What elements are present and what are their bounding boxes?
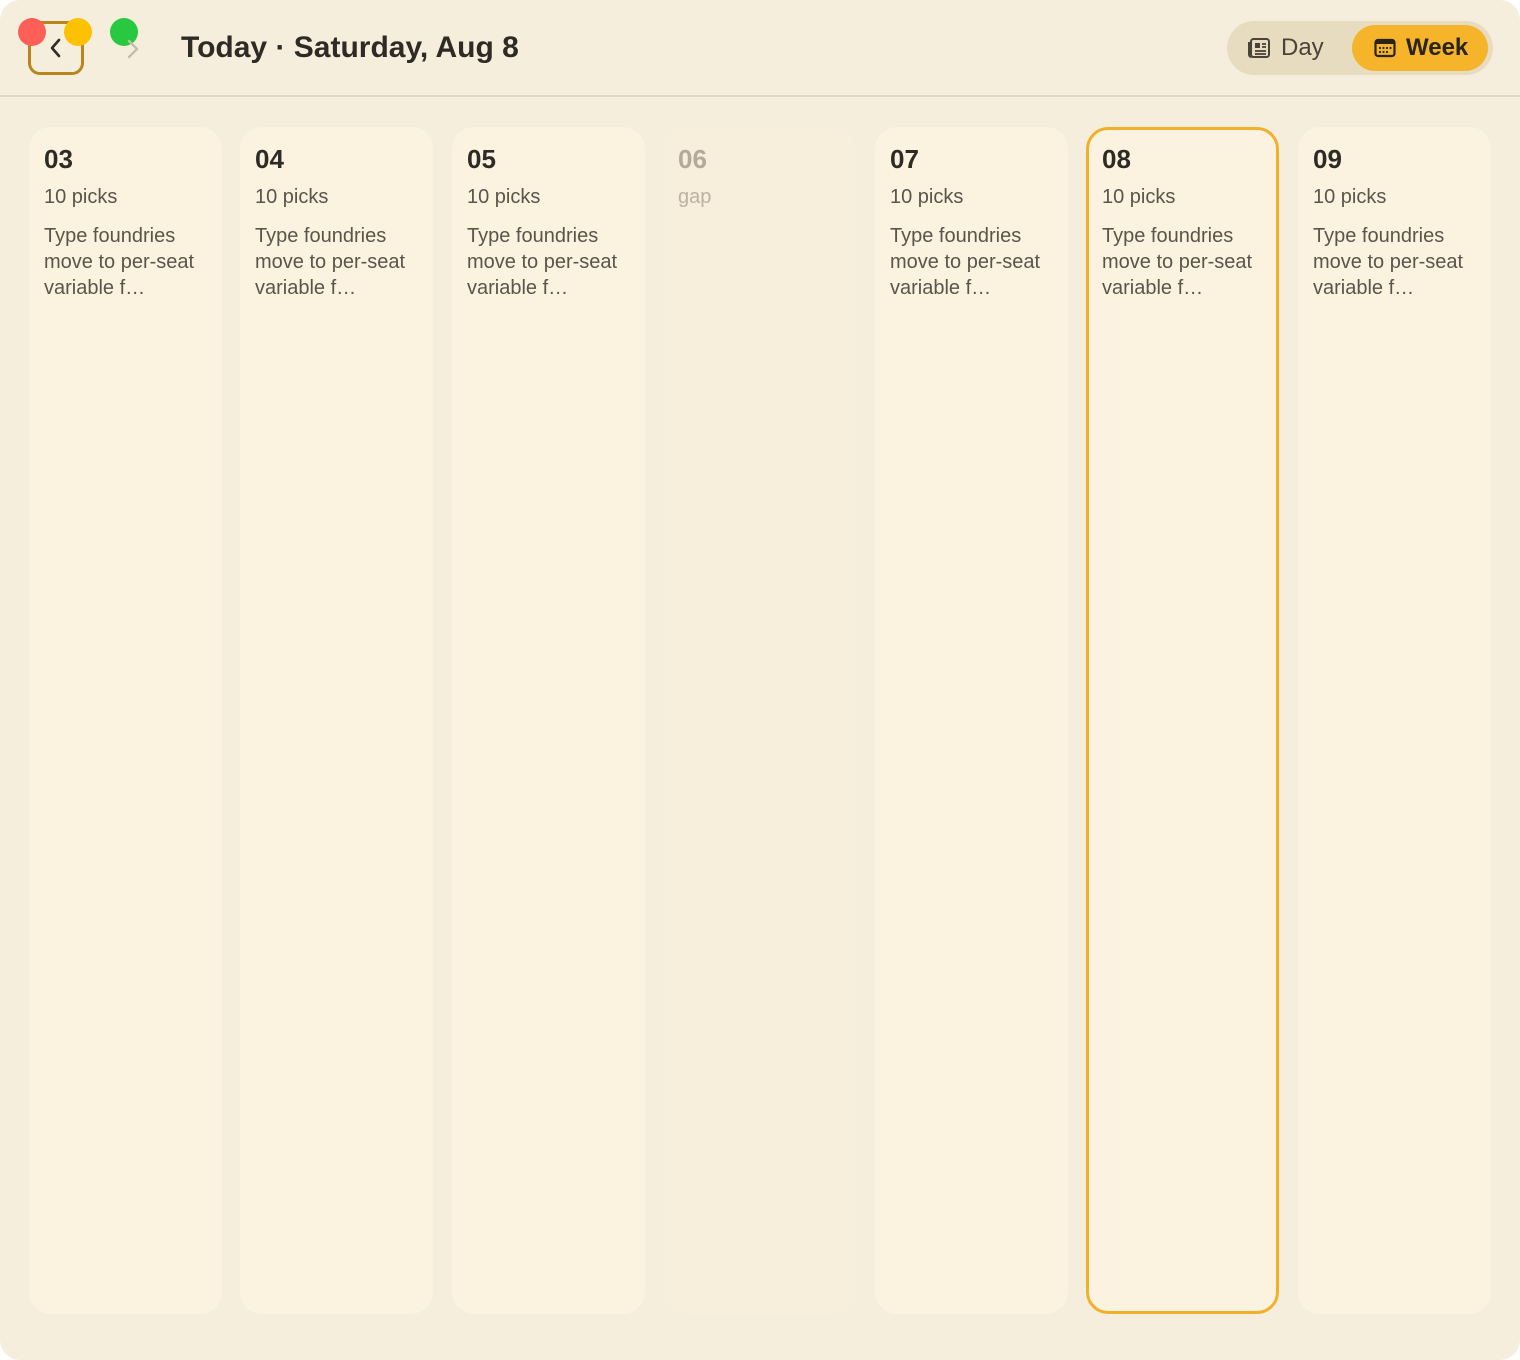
forward-button[interactable] [122, 36, 144, 62]
day-view-button[interactable]: Day [1247, 25, 1357, 71]
newspaper-icon [1248, 38, 1270, 58]
day-picks-count: 10 picks [255, 186, 329, 208]
week-view-button[interactable]: Week [1352, 25, 1488, 71]
day-card-04[interactable]: 04 10 picks Type foundries move to per-s… [240, 127, 433, 1314]
day-summary: Type foundries move to per-seat variable… [44, 225, 195, 299]
day-card-07[interactable]: 07 10 picks Type foundries move to per-s… [875, 127, 1068, 1314]
day-date: 08 [1102, 144, 1131, 174]
day-date: 04 [255, 144, 284, 174]
day-picks-count: 10 picks [467, 186, 541, 208]
close-window-button[interactable] [18, 18, 46, 46]
day-summary: Type foundries move to per-seat variable… [1102, 225, 1253, 299]
day-card-06[interactable]: 06 gap [663, 127, 856, 1314]
day-gap-label: gap [678, 186, 712, 208]
day-view-label: Day [1281, 34, 1324, 61]
day-card-08[interactable]: 08 10 picks Type foundries move to per-s… [1086, 127, 1279, 1314]
day-summary: Type foundries move to per-seat variable… [890, 225, 1041, 299]
day-picks-count: 10 picks [44, 186, 118, 208]
page-title: Today · Saturday, Aug 8 [181, 31, 519, 64]
title-bar: Today · Saturday, Aug 8 Day Week [0, 0, 1520, 97]
app-window: Today · Saturday, Aug 8 Day Week 03 10 p… [0, 0, 1520, 1360]
view-mode-switcher: Day Week [1227, 21, 1493, 75]
day-summary: Type foundries move to per-seat variable… [255, 225, 406, 299]
day-date: 07 [890, 144, 919, 174]
day-card-03[interactable]: 03 10 picks Type foundries move to per-s… [29, 127, 222, 1314]
day-card-09[interactable]: 09 10 picks Type foundries move to per-s… [1298, 127, 1491, 1314]
day-picks-count: 10 picks [890, 186, 964, 208]
day-date: 09 [1313, 144, 1342, 174]
chevron-left-icon [50, 38, 61, 58]
day-picks-count: 10 picks [1313, 186, 1387, 208]
day-summary: Type foundries move to per-seat variable… [1313, 225, 1464, 299]
calendar-icon [1374, 38, 1396, 58]
day-date: 05 [467, 144, 496, 174]
day-card-05[interactable]: 05 10 picks Type foundries move to per-s… [452, 127, 645, 1314]
day-summary: Type foundries move to per-seat variable… [467, 225, 618, 299]
week-view-label: Week [1406, 34, 1469, 61]
day-date: 03 [44, 144, 73, 174]
minimize-window-button[interactable] [64, 18, 92, 46]
day-date: 06 [678, 144, 707, 174]
day-picks-count: 10 picks [1102, 186, 1176, 208]
chevron-right-icon [127, 39, 139, 59]
